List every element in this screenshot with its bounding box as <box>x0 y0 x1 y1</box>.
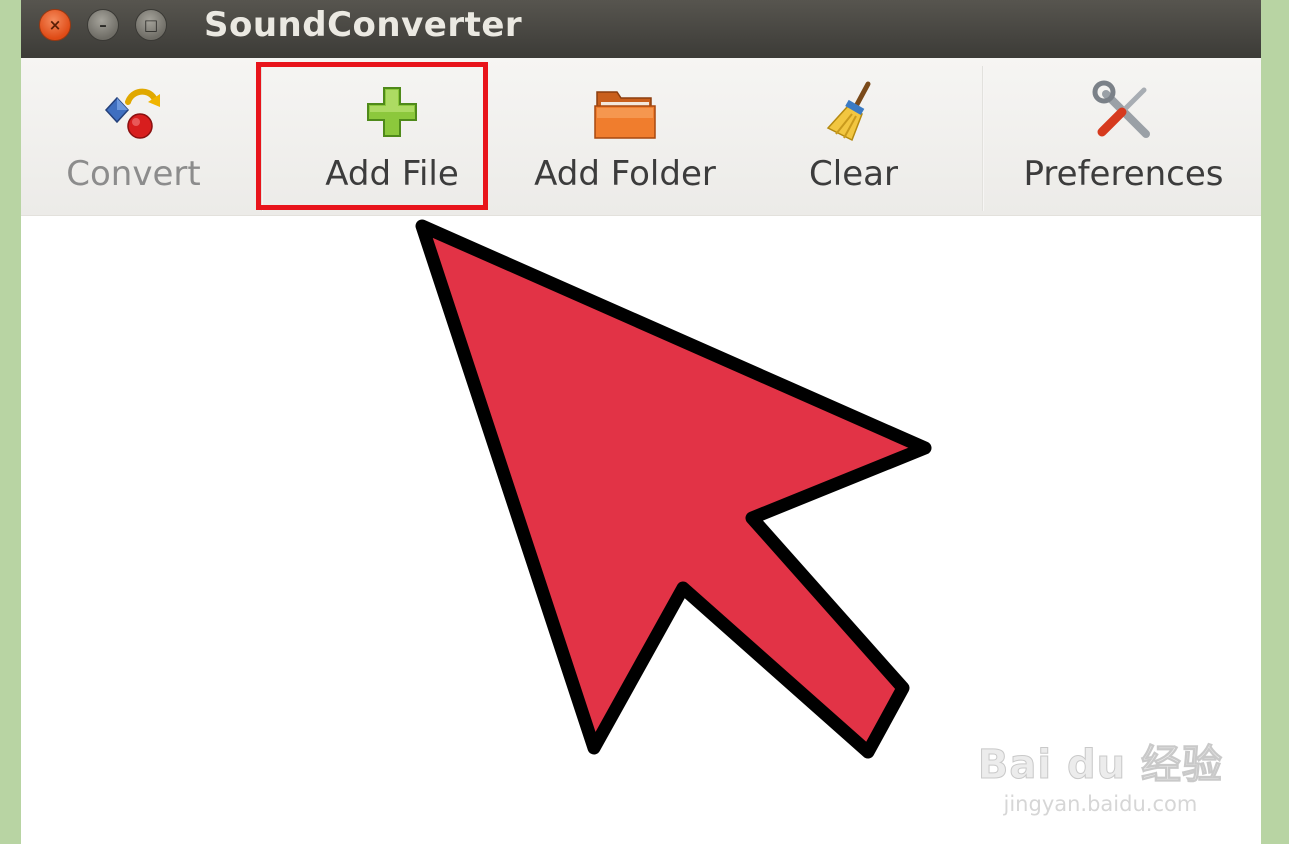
clear-button[interactable]: Clear <box>761 58 946 215</box>
add-plus-icon <box>367 87 417 137</box>
toolbar-separator <box>261 66 263 211</box>
toolbar: Convert Add File Add Folder Clear Prefer… <box>21 58 1261 216</box>
clear-label: Clear <box>809 154 898 194</box>
window-title: SoundConverter <box>204 5 523 45</box>
add-file-button[interactable]: Add File <box>283 58 501 215</box>
file-list-area[interactable] <box>21 216 1261 844</box>
toolbar-separator <box>982 66 984 211</box>
maximize-icon: □ <box>143 16 159 34</box>
folder-icon <box>594 91 656 139</box>
tools-icon <box>1092 80 1150 138</box>
add-folder-button[interactable]: Add Folder <box>516 58 734 215</box>
convert-icon <box>104 88 160 139</box>
title-bar[interactable]: × – □ SoundConverter <box>21 0 1261 58</box>
preferences-button[interactable]: Preferences <box>1006 58 1241 215</box>
maximize-window-button[interactable]: □ <box>135 9 167 41</box>
broom-icon <box>826 81 870 142</box>
add-file-label: Add File <box>325 154 459 194</box>
soundconverter-window: × – □ SoundConverter Convert Add File Ad… <box>21 0 1261 844</box>
convert-button[interactable]: Convert <box>41 58 226 215</box>
close-window-button[interactable]: × <box>39 9 71 41</box>
preferences-label: Preferences <box>1023 154 1224 194</box>
close-icon: × <box>48 16 62 34</box>
add-folder-label: Add Folder <box>534 154 716 194</box>
minimize-icon: – <box>99 16 107 34</box>
minimize-window-button[interactable]: – <box>87 9 119 41</box>
convert-label: Convert <box>66 154 201 194</box>
